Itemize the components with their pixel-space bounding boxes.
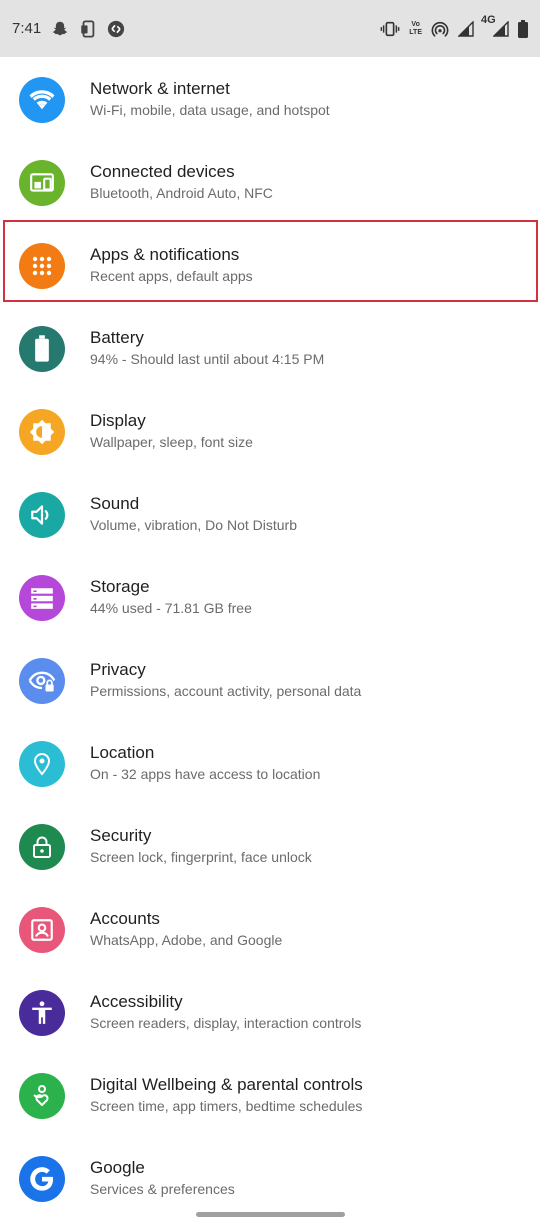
- settings-item-subtitle: Screen lock, fingerprint, face unlock: [90, 849, 312, 865]
- signal-icon: [458, 20, 474, 37]
- volte-icon: Vo LTE: [409, 20, 422, 36]
- settings-item-title: Privacy: [90, 660, 146, 679]
- settings-item-google[interactable]: Google Services & preferences: [0, 1136, 540, 1219]
- settings-item-location[interactable]: Location On - 32 apps have access to loc…: [0, 721, 540, 804]
- settings-item-title: Storage: [90, 577, 150, 596]
- settings-item-title: Sound: [90, 494, 140, 513]
- battery-icon: [19, 326, 65, 372]
- settings-item-title: Battery: [90, 328, 144, 347]
- settings-item-title: Accessibility: [90, 992, 183, 1011]
- settings-item-connected-devices[interactable]: Connected devices Bluetooth, Android Aut…: [0, 140, 540, 223]
- settings-item-subtitle: On - 32 apps have access to location: [90, 766, 321, 782]
- location-pin-icon: [19, 741, 65, 787]
- account-box-icon: [19, 907, 65, 953]
- signal-4g-icon: 4G: [481, 14, 509, 37]
- settings-item-accessibility[interactable]: Accessibility Screen readers, display, i…: [0, 970, 540, 1053]
- settings-item-title: Display: [90, 411, 146, 430]
- snapchat-icon: [51, 20, 69, 38]
- shazam-icon: [107, 20, 125, 38]
- phone-clone-icon: [79, 19, 97, 38]
- settings-item-subtitle: Wallpaper, sleep, font size: [90, 434, 253, 450]
- settings-item-title: Connected devices: [90, 162, 235, 181]
- status-right-icons: Vo LTE 4G: [380, 14, 528, 38]
- settings-item-title: Digital Wellbeing & parental controls: [90, 1075, 363, 1094]
- settings-item-subtitle: Permissions, account activity, personal …: [90, 683, 362, 699]
- status-left-icons: [51, 19, 125, 38]
- accessibility-icon: [19, 990, 65, 1036]
- settings-item-title: Network & internet: [90, 79, 230, 98]
- settings-item-subtitle: 94% - Should last until about 4:15 PM: [90, 351, 325, 367]
- settings-item-apps-notifications[interactable]: Apps & notifications Recent apps, defaul…: [0, 223, 540, 306]
- settings-item-subtitle: Recent apps, default apps: [90, 268, 253, 284]
- settings-item-title: Security: [90, 826, 152, 845]
- wifi-icon: [19, 77, 65, 123]
- settings-item-digital-wellbeing[interactable]: Digital Wellbeing & parental controls Sc…: [0, 1053, 540, 1136]
- settings-item-battery[interactable]: Battery 94% - Should last until about 4:…: [0, 306, 540, 389]
- settings-item-title: Apps & notifications: [90, 245, 240, 264]
- settings-item-subtitle: Screen readers, display, interaction con…: [90, 1015, 362, 1031]
- status-time: 7:41: [12, 20, 42, 37]
- brightness-icon: [19, 409, 65, 455]
- settings-item-title: Google: [90, 1158, 145, 1177]
- status-bar: 7:41 Vo LTE 4G: [0, 0, 540, 57]
- settings-item-display[interactable]: Display Wallpaper, sleep, font size: [0, 389, 540, 472]
- battery-icon: [518, 19, 528, 38]
- settings-item-subtitle: Screen time, app timers, bedtime schedul…: [90, 1098, 363, 1114]
- settings-item-storage[interactable]: Storage 44% used - 71.81 GB free: [0, 555, 540, 638]
- gesture-nav-pill[interactable]: [196, 1212, 345, 1217]
- vibrate-icon: [380, 21, 400, 37]
- apps-grid-icon: [19, 243, 65, 289]
- storage-icon: [19, 575, 65, 621]
- eye-lock-icon: [19, 658, 65, 704]
- settings-item-title: Location: [90, 743, 155, 762]
- google-g-icon: [19, 1156, 65, 1202]
- settings-item-network-internet[interactable]: Network & internet Wi-Fi, mobile, data u…: [0, 57, 540, 140]
- settings-item-subtitle: 44% used - 71.81 GB free: [90, 600, 252, 616]
- settings-item-accounts[interactable]: Accounts WhatsApp, Adobe, and Google: [0, 887, 540, 970]
- lock-icon: [19, 824, 65, 870]
- settings-item-subtitle: Bluetooth, Android Auto, NFC: [90, 185, 273, 201]
- settings-list: Network & internet Wi-Fi, mobile, data u…: [0, 57, 540, 1219]
- settings-item-subtitle: Volume, vibration, Do Not Disturb: [90, 517, 297, 533]
- settings-item-title: Accounts: [90, 909, 160, 928]
- speaker-icon: [19, 492, 65, 538]
- hotspot-icon: [431, 20, 449, 38]
- settings-item-subtitle: Services & preferences: [90, 1181, 235, 1197]
- settings-item-privacy[interactable]: Privacy Permissions, account activity, p…: [0, 638, 540, 721]
- settings-item-subtitle: Wi-Fi, mobile, data usage, and hotspot: [90, 102, 330, 118]
- settings-item-security[interactable]: Security Screen lock, fingerprint, face …: [0, 804, 540, 887]
- settings-item-sound[interactable]: Sound Volume, vibration, Do Not Disturb: [0, 472, 540, 555]
- wellbeing-icon: [19, 1073, 65, 1119]
- devices-icon: [19, 160, 65, 206]
- settings-item-subtitle: WhatsApp, Adobe, and Google: [90, 932, 283, 948]
